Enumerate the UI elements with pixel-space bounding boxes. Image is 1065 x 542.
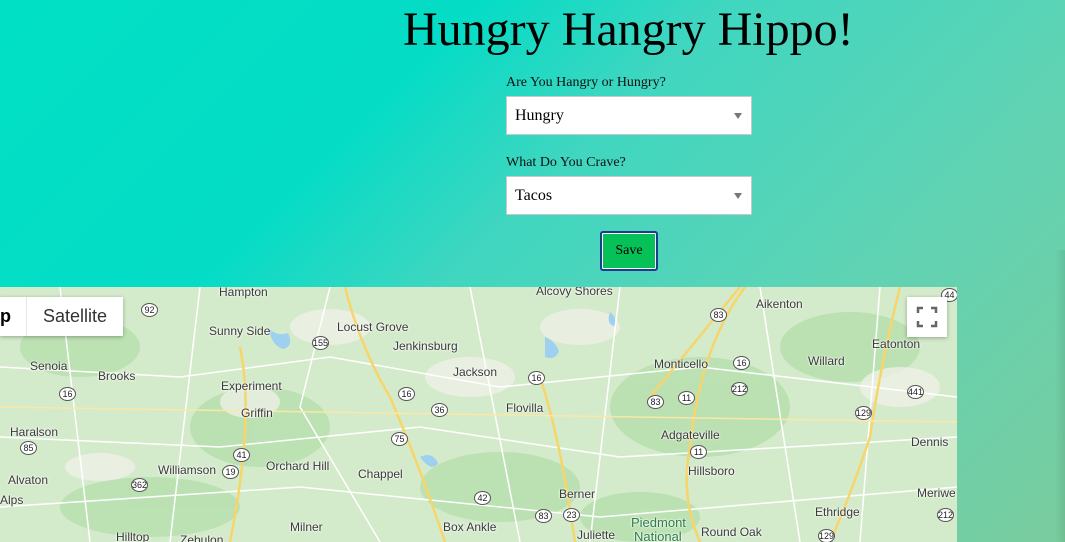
place-label: Senoia (30, 359, 68, 373)
place-label: Zebulon (180, 533, 224, 542)
fullscreen-icon (916, 306, 938, 328)
route-shield: 42 (474, 491, 491, 505)
place-label: Experiment (221, 379, 282, 393)
route-shield: 83 (710, 308, 727, 322)
route-shield: 19 (222, 465, 239, 479)
route-shield: 11 (678, 391, 695, 405)
map-type-satellite-button[interactable]: Satellite (27, 297, 123, 336)
place-label: Alvaton (8, 473, 49, 487)
page-title: Hungry Hangry Hippo! (403, 3, 854, 56)
route-shield: 129 (855, 406, 872, 420)
route-shield: 212 (937, 508, 954, 522)
place-label: Monticello (654, 357, 709, 371)
place-label: Hillsboro (688, 464, 735, 478)
place-label: Adgateville (661, 428, 720, 442)
route-shield: 16 (59, 387, 76, 401)
route-shield: 212 (731, 382, 748, 396)
scroll-shadow (1055, 250, 1065, 542)
route-shield: 85 (20, 441, 37, 455)
place-label: Eatonton (872, 337, 921, 351)
crave-label: What Do You Crave? (506, 155, 626, 170)
place-label: Griffin (241, 406, 273, 420)
crave-select-value: Tacos (515, 187, 553, 204)
park-label: National (634, 529, 682, 542)
route-shield: 11 (690, 445, 707, 459)
place-label: Orchard Hill (266, 459, 330, 473)
dropdown-arrow-icon (734, 113, 742, 119)
route-shield: 41 (233, 448, 250, 462)
place-label: Williamson (158, 463, 217, 477)
place-label: Hilltop (116, 530, 150, 542)
mood-label: Are You Hangry or Hungry? (506, 75, 666, 90)
mood-select[interactable]: Hungry (506, 96, 752, 135)
place-label: Hampton (219, 287, 268, 299)
route-shield: 155 (312, 336, 329, 350)
mood-select-value: Hungry (515, 107, 564, 124)
place-label: Berner (559, 487, 596, 501)
route-shield: 362 (131, 478, 148, 492)
dropdown-arrow-icon (734, 193, 742, 199)
place-label: Haralson (10, 425, 59, 439)
place-label: Dennis (911, 435, 949, 449)
route-shield: 441 (907, 385, 924, 399)
place-label: Alps (0, 493, 24, 507)
place-label: Locust Grove (337, 320, 409, 334)
place-label: Meriwe (917, 486, 956, 500)
route-shield: 83 (535, 509, 552, 523)
crave-select[interactable]: Tacos (506, 176, 752, 215)
place-label: Flovilla (506, 401, 544, 415)
map[interactable]: Hampton Alcovy Shores Aikenton Sunny Sid… (0, 287, 957, 542)
place-label: Willard (808, 354, 845, 368)
route-shield: 16 (733, 356, 750, 370)
place-label: Jenkinsburg (393, 339, 458, 353)
fullscreen-button[interactable] (907, 297, 947, 337)
route-shield: 83 (647, 395, 664, 409)
place-label: Chappel (358, 467, 403, 481)
route-shield: 129 (818, 529, 835, 542)
place-label: Brooks (98, 369, 136, 383)
map-type-map-button[interactable]: p (0, 297, 27, 336)
route-shield: 36 (431, 403, 448, 417)
route-shield: 23 (563, 508, 580, 522)
place-label: Alcovy Shores (536, 287, 613, 298)
route-shield: 75 (391, 432, 408, 446)
place-label: Round Oak (701, 525, 762, 539)
place-label: Juliette (577, 528, 616, 542)
save-button[interactable]: Save (600, 231, 658, 271)
place-label: Milner (290, 520, 323, 534)
place-label: Ethridge (815, 505, 860, 519)
route-shield: 92 (141, 303, 158, 317)
place-label: Sunny Side (209, 324, 271, 338)
route-shield: 16 (398, 387, 415, 401)
map-type-control: p Satellite (0, 297, 124, 336)
park-label: Piedmont (631, 515, 686, 530)
place-label: Box Ankle (443, 520, 497, 534)
route-shield: 16 (528, 371, 545, 385)
place-label: Aikenton (756, 297, 803, 311)
place-label: Jackson (453, 365, 498, 379)
